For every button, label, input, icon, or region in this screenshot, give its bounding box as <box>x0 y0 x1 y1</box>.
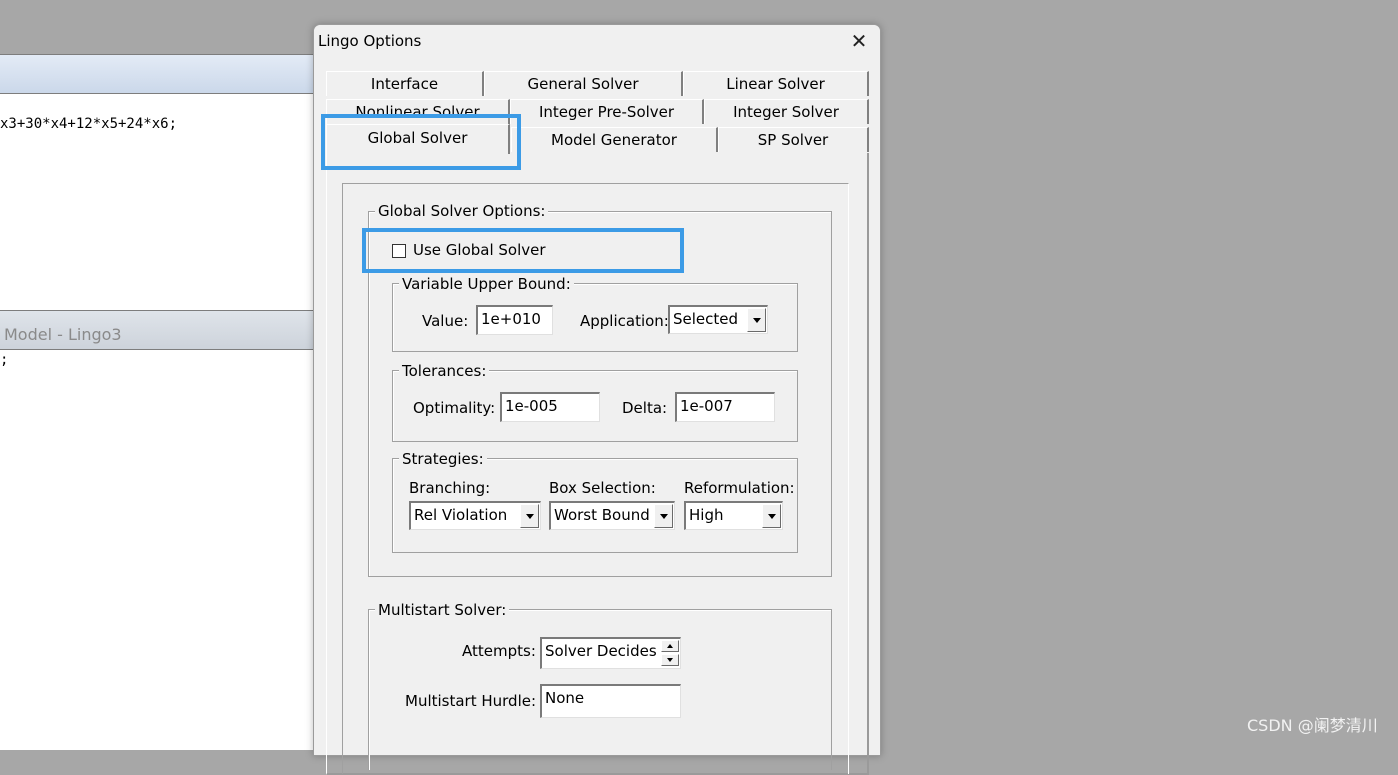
reformulation-label: Reformulation: <box>684 479 795 497</box>
tab-integer-pre-solver[interactable]: Integer Pre-Solver <box>510 99 704 124</box>
delta-label: Delta: <box>622 399 668 417</box>
vub-application-label: Application: <box>580 312 669 330</box>
use-global-solver-label[interactable]: Use Global Solver <box>413 241 546 259</box>
multistart-solver-label: Multistart Solver: <box>375 601 510 619</box>
vub-value-label: Value: <box>422 312 469 330</box>
background-model-code: ; <box>0 352 9 368</box>
global-solver-options-label: Global Solver Options: <box>375 202 549 220</box>
background-editor-titlebar[interactable] <box>0 54 313 94</box>
reformulation-value: High <box>689 506 724 524</box>
spin-down-icon[interactable] <box>661 654 679 666</box>
tab-model-generator[interactable]: Model Generator <box>511 127 718 152</box>
tab-general-solver[interactable]: General Solver <box>484 71 683 96</box>
branching-select[interactable]: Rel Violation <box>409 501 541 530</box>
branching-value: Rel Violation <box>414 506 508 524</box>
use-global-solver-checkbox[interactable] <box>392 244 406 258</box>
box-selection-label: Box Selection: <box>549 479 656 497</box>
branching-label: Branching: <box>409 479 491 497</box>
spin-up-icon[interactable] <box>661 640 679 652</box>
chevron-down-icon[interactable] <box>762 504 781 528</box>
chevron-down-icon[interactable] <box>654 504 673 528</box>
background-model-titlebar[interactable]: Model - Lingo3 <box>0 310 313 350</box>
delta-input[interactable]: 1e-007 <box>675 392 775 422</box>
tab-integer-solver[interactable]: Integer Solver <box>704 99 869 124</box>
close-icon[interactable]: ✕ <box>850 31 868 51</box>
attempts-value: Solver Decides <box>545 642 657 660</box>
dialog-titlebar[interactable]: Lingo Options ✕ <box>314 25 880 57</box>
background-model-title: Model - Lingo3 <box>4 325 122 344</box>
tab-linear-solver[interactable]: Linear Solver <box>683 71 869 96</box>
tab-interface[interactable]: Interface <box>326 71 484 96</box>
variable-upper-bound-label: Variable Upper Bound: <box>399 275 574 293</box>
tab-sp-solver[interactable]: SP Solver <box>718 127 869 152</box>
multistart-hurdle-label: Multistart Hurdle: <box>405 692 537 710</box>
background-editor-window: x3+30*x4+12*x5+24*x6; <box>0 54 313 310</box>
attempts-label: Attempts: <box>462 642 536 660</box>
optimality-label: Optimality: <box>413 399 496 417</box>
strategies-label: Strategies: <box>399 450 487 468</box>
tolerances-label: Tolerances: <box>399 362 490 380</box>
chevron-down-icon[interactable] <box>520 504 539 528</box>
reformulation-select[interactable]: High <box>684 501 783 530</box>
watermark: CSDN @阑梦清川 <box>1247 716 1378 735</box>
optimality-input[interactable]: 1e-005 <box>500 392 600 422</box>
dialog-title: Lingo Options <box>318 32 422 50</box>
background-model-window: Model - Lingo3 ; <box>0 310 313 750</box>
chevron-down-icon[interactable] <box>747 308 766 332</box>
vub-value-input[interactable]: 1e+010 <box>476 305 553 335</box>
tab-nonlinear-solver[interactable]: Nonlinear Solver <box>326 99 510 124</box>
vub-application-value: Selected <box>673 310 739 328</box>
tab-global-solver[interactable]: Global Solver <box>326 124 510 154</box>
multistart-hurdle-input[interactable]: None <box>540 684 681 718</box>
attempts-spinner[interactable]: Solver Decides <box>540 637 681 669</box>
background-editor-code: x3+30*x4+12*x5+24*x6; <box>0 116 178 132</box>
lingo-options-dialog: Lingo Options ✕ Interface General Solver… <box>313 24 881 775</box>
box-selection-value: Worst Bound <box>554 506 650 524</box>
vub-application-select[interactable]: Selected <box>668 305 768 334</box>
box-selection-select[interactable]: Worst Bound <box>549 501 675 530</box>
